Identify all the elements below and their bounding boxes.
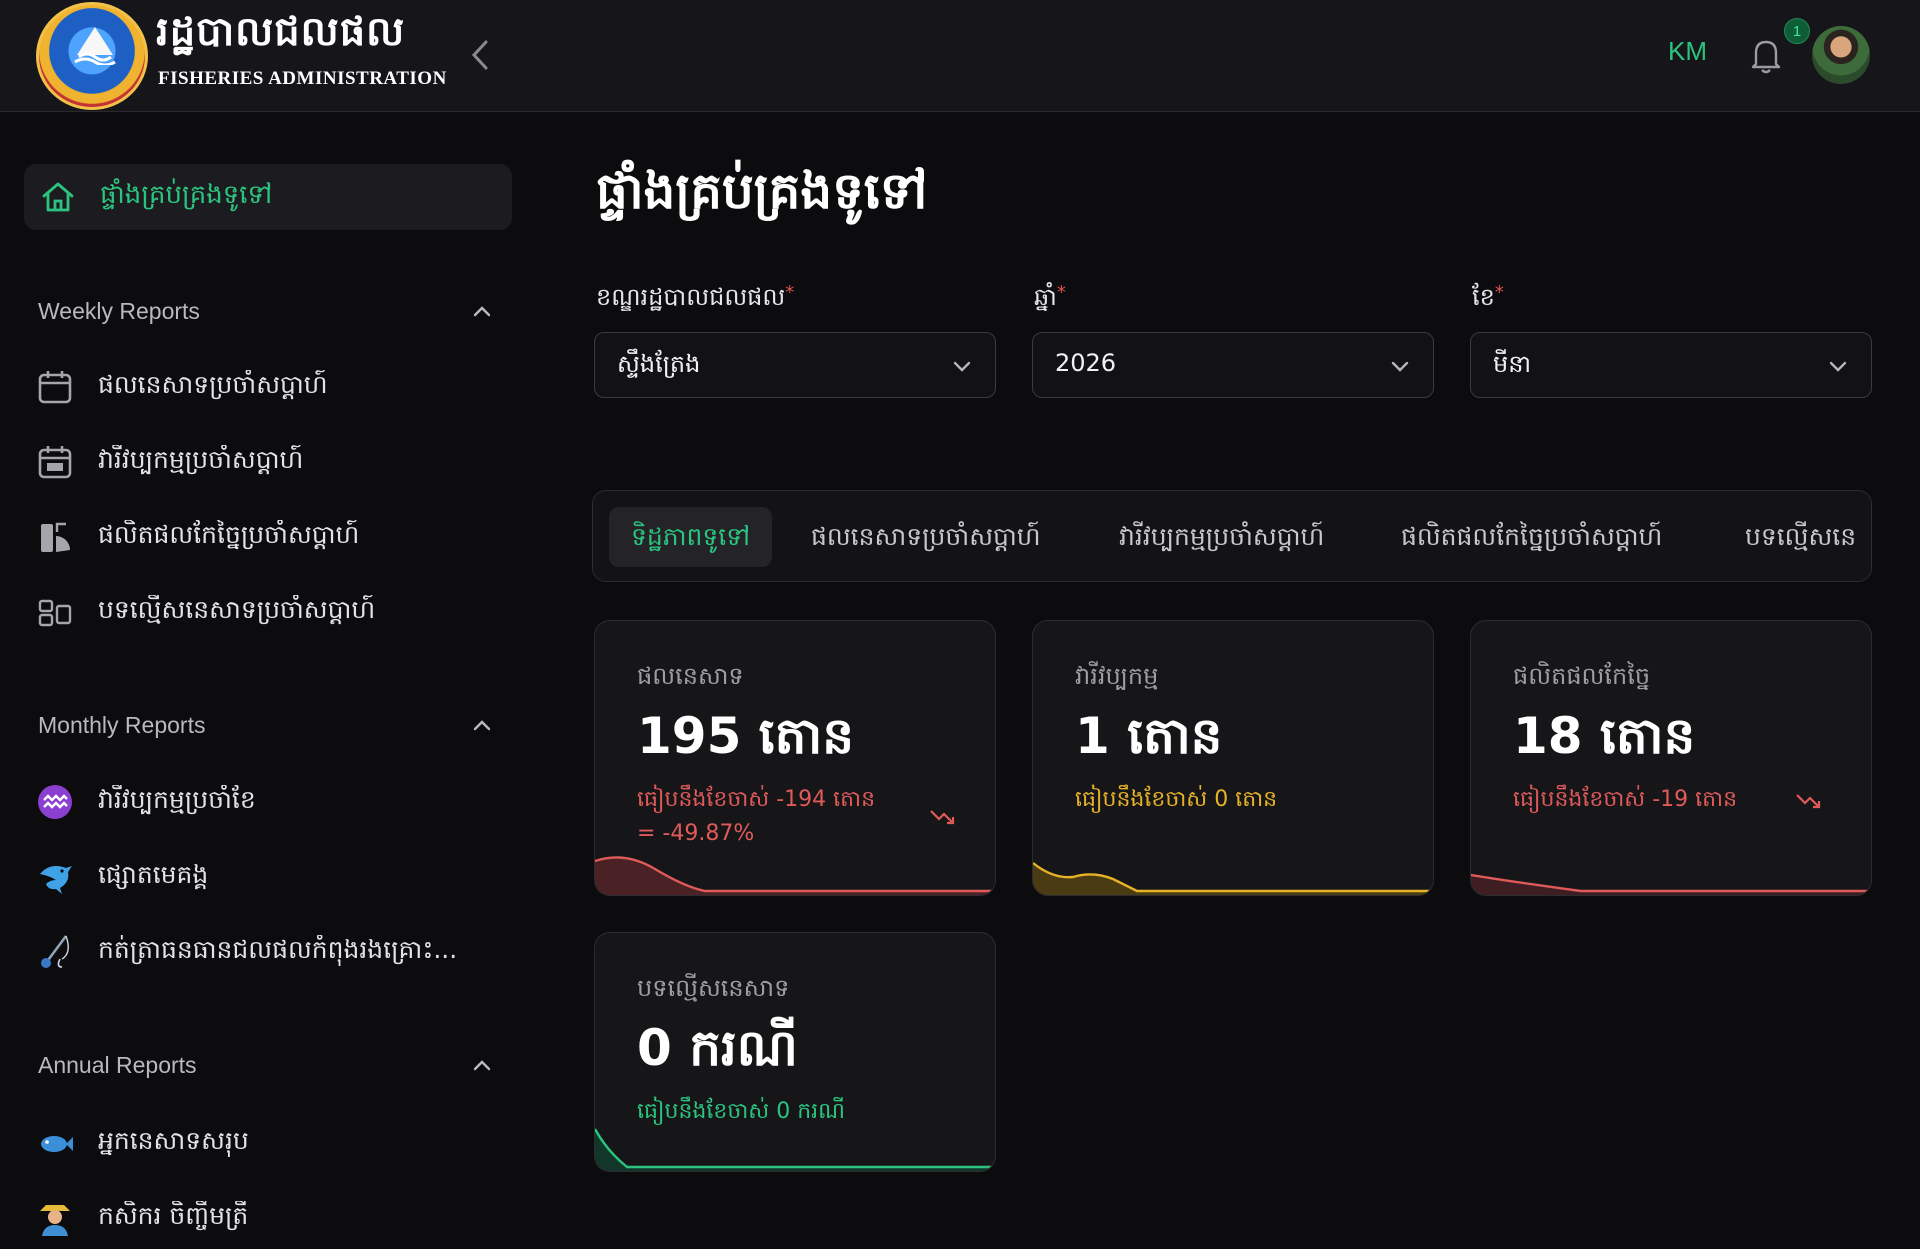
card-caption: វារីវប្បកម្ម — [1075, 662, 1159, 690]
sidebar-collapse-icon[interactable] — [468, 38, 492, 72]
card-sparkline — [595, 1128, 995, 1171]
farmer-icon — [40, 1205, 70, 1236]
sidebar-item-label: ផលិតផលកែច្នៃប្រចាំសប្តាហ៍ — [98, 520, 360, 549]
sidebar-item-label: អ្នកនេសាទសរុប — [98, 1126, 249, 1155]
month-select-value: មីនា — [1493, 350, 1532, 378]
trend-down-icon — [1796, 794, 1821, 809]
filter-label-month: ខែ* — [1472, 282, 1504, 311]
chevron-down-icon — [1391, 361, 1409, 372]
notification-badge: 1 — [1784, 18, 1810, 44]
sidebar-item-dashboard[interactable]: ផ្ទាំងគ្រប់គ្រងទូទៅ — [24, 164, 512, 230]
page-title: ផ្ទាំងគ្រប់គ្រងទូទៅ — [596, 162, 928, 220]
section-monthly-reports[interactable]: Monthly Reports — [38, 712, 205, 739]
calendar-icon — [38, 371, 72, 404]
fishing-icon — [41, 935, 69, 968]
logo-emblem-icon — [74, 27, 116, 65]
tab-weekly-catch[interactable]: ផលនេសាទប្រចាំសប្តាហ៍ — [811, 507, 1041, 567]
brand-name-english: FISHERIES ADMINISTRATION — [158, 68, 447, 89]
district-select-value: ស្ទឹងត្រែង — [617, 350, 701, 378]
card-sparkline — [1471, 873, 1871, 895]
calendar-week-icon — [38, 446, 72, 479]
top-header: រដ្ឋបាលជលផល FISHERIES ADMINISTRATION KM … — [0, 0, 1920, 112]
sidebar-item-endangered-resources[interactable]: កត់ត្រាធនធានជលផលកំពុងរងគ្រោះ... — [36, 927, 516, 977]
sidebar-item-weekly-processing[interactable]: ផលិតផលកែច្នៃប្រចាំសប្តាហ៍ — [36, 512, 516, 562]
sidebar-item-label: បទល្មើសនេសាទប្រចាំសប្តាហ៍ — [98, 595, 376, 624]
sidebar-item-label: វារីវប្បកម្មប្រចាំសប្តាហ៍ — [98, 445, 304, 474]
sidebar: ផ្ទាំងគ្រប់គ្រងទូទៅ Weekly Reports ផលនេស… — [0, 112, 540, 1249]
chevron-down-icon — [953, 361, 971, 372]
home-icon — [42, 182, 74, 212]
stat-card-aquaculture[interactable]: វារីវប្បកម្ម 1 តោន ធៀបនឹងខែចាស់ 0 តោន — [1032, 620, 1434, 896]
card-value: 18 តោន — [1513, 707, 1696, 765]
sidebar-item-weekly-aquaculture[interactable]: វារីវប្បកម្មប្រចាំសប្តាហ៍ — [36, 437, 516, 487]
stat-card-violations[interactable]: បទល្មើសនេសាទ 0 ករណី ធៀបនឹងខែចាស់ 0 ករណី — [594, 932, 996, 1172]
chart-pie-icon — [41, 522, 70, 552]
tab-weekly-aquaculture[interactable]: វារីវប្បកម្មប្រចាំសប្តាហ៍ — [1119, 507, 1324, 567]
chevron-down-icon — [1829, 361, 1847, 372]
user-avatar[interactable] — [1812, 26, 1870, 84]
card-value: 195 តោន — [637, 707, 854, 765]
sidebar-item-fish-farmers[interactable]: កសិករ ចិញ្ចឹមត្រី — [36, 1193, 516, 1243]
chevron-up-icon[interactable] — [470, 1054, 494, 1078]
filter-label-year: ឆ្នាំ* — [1034, 282, 1066, 311]
language-switch[interactable]: KM — [1668, 36, 1707, 67]
card-caption: ផលិតផលកែច្នៃ — [1513, 662, 1651, 690]
stat-card-processing[interactable]: ផលិតផលកែច្នៃ 18 តោន ធៀបនឹងខែចាស់ -19 តោន — [1470, 620, 1872, 896]
sidebar-item-label: ផ្ទាំងគ្រប់គ្រងទូទៅ — [100, 180, 273, 210]
tab-overview[interactable]: ទិដ្ឋភាពទូទៅ — [609, 507, 773, 567]
report-icon — [38, 599, 72, 627]
bell-icon[interactable] — [1748, 36, 1784, 76]
fish-icon — [41, 1136, 73, 1152]
brand-name-khmer: រដ្ឋបាលជលផល — [156, 8, 406, 55]
section-annual-reports[interactable]: Annual Reports — [38, 1052, 197, 1079]
report-tabs: ទិដ្ឋភាពទូទៅ ផលនេសាទប្រចាំសប្តាហ៍ វារីវប… — [592, 490, 1872, 582]
tab-weekly-processing[interactable]: ផលិតផលកែច្នៃប្រចាំសប្តាហ៍ — [1401, 507, 1662, 567]
card-caption: បទល្មើសនេសាទ — [637, 974, 790, 1002]
sidebar-item-weekly-violations[interactable]: បទល្មើសនេសាទប្រចាំសប្តាហ៍ — [36, 587, 516, 637]
sidebar-item-label: វារីវប្បកម្មប្រចាំខែ — [98, 785, 256, 814]
sidebar-item-label: ផ្សោតមេគង្គ — [98, 860, 209, 889]
card-comparison: ធៀបនឹងខែចាស់ -19 តោន — [1513, 787, 1738, 812]
chevron-up-icon[interactable] — [470, 714, 494, 738]
stat-card-catch[interactable]: ផលនេសាទ 195 តោន ធៀបនឹងខែចាស់ -194 តោន = -… — [594, 620, 996, 896]
card-caption: ផលនេសាទ — [637, 662, 744, 690]
month-select[interactable]: មីនា — [1470, 332, 1872, 398]
sidebar-item-monthly-aquaculture[interactable]: វារីវប្បកម្មប្រចាំខែ — [36, 777, 516, 827]
dolphin-icon — [40, 866, 72, 894]
card-sparkline — [1033, 862, 1433, 895]
section-weekly-reports[interactable]: Weekly Reports — [38, 298, 200, 325]
sidebar-item-label: កសិករ ចិញ្ចឹមត្រី — [98, 1201, 249, 1230]
card-comparison: ធៀបនឹងខែចាស់ 0 តោន — [1075, 787, 1278, 812]
chevron-up-icon[interactable] — [470, 300, 494, 324]
card-value: 1 តោន — [1075, 707, 1223, 765]
card-value: 0 ករណី — [637, 1019, 798, 1077]
aquarius-icon — [38, 785, 72, 819]
filter-label-district: ខណ្ឌរដ្ឋបាលជលផល* — [596, 282, 795, 311]
sidebar-item-total-fishers[interactable]: អ្នកនេសាទសរុប — [36, 1118, 516, 1168]
fisheries-logo[interactable] — [36, 2, 148, 110]
trend-down-icon — [930, 810, 955, 825]
sidebar-item-mekong-dolphin[interactable]: ផ្សោតមេគង្គ — [36, 852, 516, 902]
year-select-value: 2026 — [1055, 349, 1117, 377]
sidebar-item-label: កត់ត្រាធនធានជលផលកំពុងរងគ្រោះ... — [98, 935, 458, 964]
year-select[interactable]: 2026 — [1032, 332, 1434, 398]
sidebar-item-weekly-catch[interactable]: ផលនេសាទប្រចាំសប្តាហ៍ — [36, 362, 516, 412]
tab-weekly-violations[interactable]: បទល្មើសនេ — [1745, 507, 1856, 567]
card-sparkline — [595, 856, 995, 895]
district-select[interactable]: ស្ទឹងត្រែង — [594, 332, 996, 398]
sidebar-item-label: ផលនេសាទប្រចាំសប្តាហ៍ — [98, 370, 328, 399]
